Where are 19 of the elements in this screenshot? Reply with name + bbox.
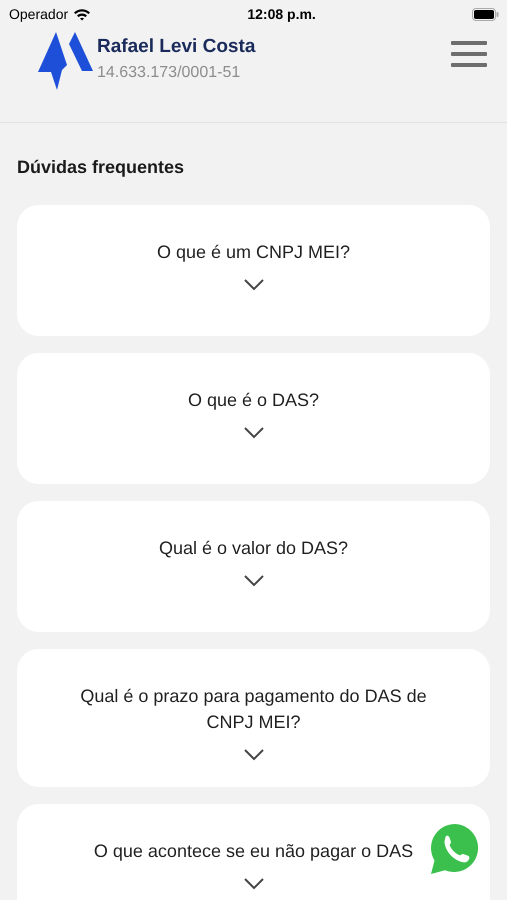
wifi-icon	[73, 8, 92, 20]
cnpj-number: 14.633.173/0001-51	[97, 64, 242, 82]
status-time: 12:08 p.m.	[247, 6, 316, 22]
carrier-name: Operador	[9, 6, 68, 22]
faq-card[interactable]: O que é um CNPJ MEI?	[17, 205, 490, 336]
section-title: Dúvidas frequentes	[17, 157, 186, 178]
faq-question: Qual é o prazo para pagamento do DAS de CNPJ MEI?	[79, 685, 428, 734]
faq-card[interactable]: Qual é o valor do DAS?	[17, 501, 490, 632]
menu-button[interactable]	[451, 41, 487, 67]
logo-icon	[38, 32, 93, 90]
faq-question: O que é um CNPJ MEI?	[156, 241, 350, 264]
user-name: Rafael Levi Costa	[97, 36, 256, 58]
faq-question: Qual é o valor do DAS?	[158, 537, 348, 560]
faq-card[interactable]: O que acontece se eu não pagar o DAS	[17, 804, 490, 900]
faq-question: O que acontece se eu não pagar o DAS	[94, 840, 414, 863]
faq-question: O que é o DAS?	[188, 389, 320, 412]
faq-card[interactable]: Qual é o prazo para pagamento do DAS de CNPJ MEI?	[17, 649, 490, 787]
faq-card[interactable]: O que é o DAS?	[17, 353, 490, 484]
battery-icon	[472, 8, 499, 20]
